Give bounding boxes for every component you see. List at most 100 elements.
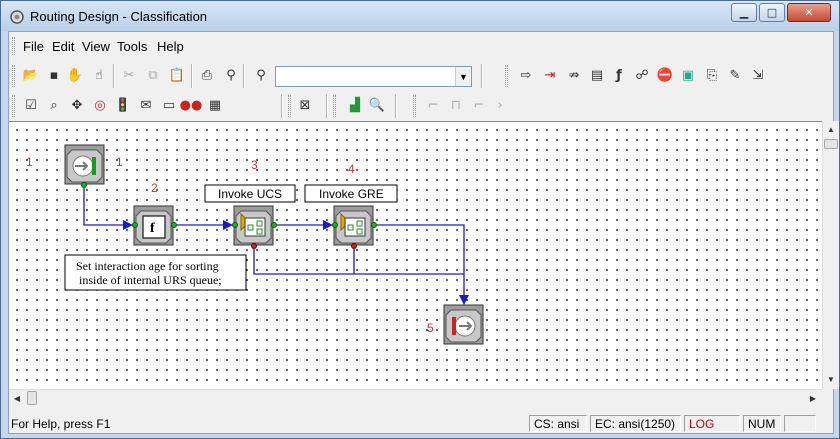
graph-icon[interactable]: ☍ bbox=[632, 65, 652, 85]
entry-icon[interactable]: ⇨ bbox=[516, 65, 536, 85]
minimize-button[interactable]: ▁ bbox=[731, 3, 757, 22]
toolbar-separator bbox=[113, 64, 115, 88]
node-entry[interactable] bbox=[64, 144, 105, 188]
comment-note[interactable]: Set interaction age for sorting inside o… bbox=[64, 254, 247, 291]
check-icon[interactable]: 🔍 bbox=[367, 95, 387, 115]
link-3-error bbox=[253, 246, 464, 275]
status-bar: For Help, press F1 CS: ansi EC: ansi(125… bbox=[9, 413, 833, 433]
node-4-number: 4 bbox=[348, 162, 355, 176]
status-empty bbox=[784, 415, 816, 432]
design-canvas[interactable]: 1 1 f 2 3 Invoke UCS 4 Invoke GRE Set in… bbox=[9, 121, 822, 389]
menu-help[interactable]: Help bbox=[157, 39, 184, 54]
toolbar-main: 📂 ▪ ✋ ☝ ✂ ⧉ 📋 ⎙ ⚲ ⚲ ▼ ⇨ ⇥ ⇏ ▤ ƒ ☍ ⛔ ▣ ⎘ … bbox=[9, 61, 833, 91]
toolbar-grip[interactable] bbox=[12, 95, 15, 117]
group-icon[interactable]: ▦ bbox=[205, 95, 225, 115]
node-2-number: 2 bbox=[151, 181, 158, 195]
horizontal-scrollbar[interactable]: ◀ ▶ bbox=[9, 389, 822, 406]
toolbar-separator bbox=[481, 64, 483, 88]
pair-icon[interactable]: ●● bbox=[180, 95, 203, 115]
node-function[interactable]: f bbox=[132, 205, 177, 246]
menu-file[interactable]: File bbox=[23, 39, 44, 54]
hand-icon[interactable]: ✋ bbox=[65, 65, 85, 85]
link-1-to-2 bbox=[83, 186, 133, 230]
search-combo[interactable]: ▼ bbox=[275, 66, 472, 87]
zoom-icon[interactable]: ⌕ bbox=[44, 95, 64, 115]
stop-sign-icon[interactable]: ⛔ bbox=[655, 65, 675, 85]
hand-select-icon[interactable]: ☝ bbox=[89, 65, 109, 85]
toolbar-separator bbox=[243, 64, 245, 88]
disabled-a-icon[interactable]: ⌐ bbox=[423, 95, 443, 115]
copy-icon[interactable]: ⧉ bbox=[143, 65, 163, 85]
menu-edit[interactable]: Edit bbox=[52, 39, 74, 54]
caption-invoke-gre-text: Invoke GRE bbox=[319, 187, 384, 201]
node-5-number: 5 bbox=[427, 321, 434, 335]
function-glyph: f bbox=[150, 221, 155, 236]
menu-grip[interactable] bbox=[12, 37, 15, 55]
status-help-text: For Help, press F1 bbox=[11, 417, 111, 431]
screen-icon[interactable]: ▣ bbox=[678, 65, 698, 85]
save-icon[interactable]: ▪ bbox=[44, 65, 64, 85]
script-icon[interactable]: ⊠ bbox=[295, 95, 315, 115]
close-button[interactable]: ✕ bbox=[787, 3, 831, 22]
import-icon[interactable]: ⇲ bbox=[748, 65, 768, 85]
move-icon[interactable]: ✥ bbox=[67, 95, 87, 115]
chevron-down-icon[interactable]: ▼ bbox=[455, 67, 471, 86]
maximize-button[interactable]: □ bbox=[759, 3, 785, 22]
scroll-down-icon[interactable]: ▼ bbox=[823, 371, 839, 387]
scroll-up-icon[interactable]: ▲ bbox=[823, 121, 839, 137]
exit-icon[interactable]: ⇥ bbox=[540, 65, 560, 85]
toolbar-grip[interactable] bbox=[12, 65, 15, 87]
find-icon[interactable]: ⚲ bbox=[221, 65, 241, 85]
function-icon[interactable]: ƒ bbox=[609, 65, 629, 85]
list-icon[interactable]: ▤ bbox=[587, 65, 607, 85]
caption-invoke-ucs-text: Invoke UCS bbox=[218, 187, 282, 201]
note-line-2: inside of internal URS queue; bbox=[79, 273, 222, 287]
verify-icon[interactable]: ☑ bbox=[21, 95, 41, 115]
print-icon[interactable]: ⎙ bbox=[197, 65, 217, 85]
paste-icon[interactable]: 📋 bbox=[167, 65, 187, 85]
node-3-number: 3 bbox=[251, 158, 258, 172]
route-icon[interactable]: ⇏ bbox=[564, 65, 584, 85]
node-invoke-gre[interactable] bbox=[332, 205, 377, 249]
target-icon[interactable]: ◎ bbox=[90, 95, 110, 115]
caption-invoke-gre: Invoke GRE bbox=[304, 184, 398, 203]
find-next-icon[interactable]: ⚲ bbox=[251, 65, 271, 85]
toolbar-grip[interactable] bbox=[413, 95, 416, 117]
node-1-number: 1 bbox=[26, 155, 33, 169]
cut-icon[interactable]: ✂ bbox=[119, 65, 139, 85]
disabled-c-icon[interactable]: ⌐ bbox=[469, 95, 489, 115]
disabled-b-icon[interactable]: ⊓ bbox=[446, 95, 466, 115]
menu-tools[interactable]: Tools bbox=[117, 39, 147, 54]
menu-bar: File Edit View Tools Help bbox=[9, 35, 833, 57]
scroll-right-icon[interactable]: ▶ bbox=[805, 390, 821, 406]
open-icon[interactable]: 📂 bbox=[21, 65, 41, 85]
node-invoke-ucs[interactable] bbox=[232, 205, 277, 249]
menu-view[interactable]: View bbox=[82, 39, 110, 54]
status-num: NUM bbox=[743, 415, 781, 432]
chart-icon[interactable]: ▟ bbox=[345, 95, 365, 115]
node-exit[interactable] bbox=[443, 304, 484, 345]
scroll-left-icon[interactable]: ◀ bbox=[9, 390, 25, 406]
chat-icon[interactable]: ▭ bbox=[159, 95, 179, 115]
toolbar-objects: ☑ ⌕ ✥ ◎ 🚦 ✉ ▭ ●● ▦ ⊠ ▟ 🔍 ⌐ ⊓ ⌐ › bbox=[9, 91, 833, 121]
toolbar-grip[interactable] bbox=[505, 65, 508, 87]
routing-diagram: 1 1 f 2 3 Invoke UCS 4 Invoke GRE Set in… bbox=[26, 144, 484, 345]
status-log: LOG bbox=[684, 415, 740, 432]
toolbar-separator bbox=[191, 64, 193, 88]
title-bar[interactable]: Routing Design - Classification ▁ □ ✕ bbox=[1, 1, 839, 31]
vertical-scrollbar[interactable]: ▲ ▼ bbox=[822, 121, 839, 389]
toolbar-grip[interactable] bbox=[288, 95, 291, 117]
toolbar-separator bbox=[395, 94, 397, 118]
toolbar-grip[interactable] bbox=[333, 95, 336, 117]
vertical-scroll-thumb[interactable] bbox=[824, 139, 838, 149]
window-title: Routing Design - Classification bbox=[30, 9, 208, 24]
toolbar-separator bbox=[281, 94, 283, 118]
export-icon[interactable]: ⎘ bbox=[702, 65, 722, 85]
note-line-1: Set interaction age for sorting bbox=[76, 259, 219, 273]
node-1-sublabel: 1 bbox=[116, 155, 123, 169]
pen-icon[interactable]: ✎ bbox=[725, 65, 745, 85]
mail-icon[interactable]: ✉ bbox=[136, 95, 156, 115]
traffic-light-icon[interactable]: 🚦 bbox=[113, 95, 133, 115]
horizontal-scroll-thumb[interactable] bbox=[27, 391, 37, 405]
disabled-d-icon[interactable]: › bbox=[490, 95, 510, 115]
